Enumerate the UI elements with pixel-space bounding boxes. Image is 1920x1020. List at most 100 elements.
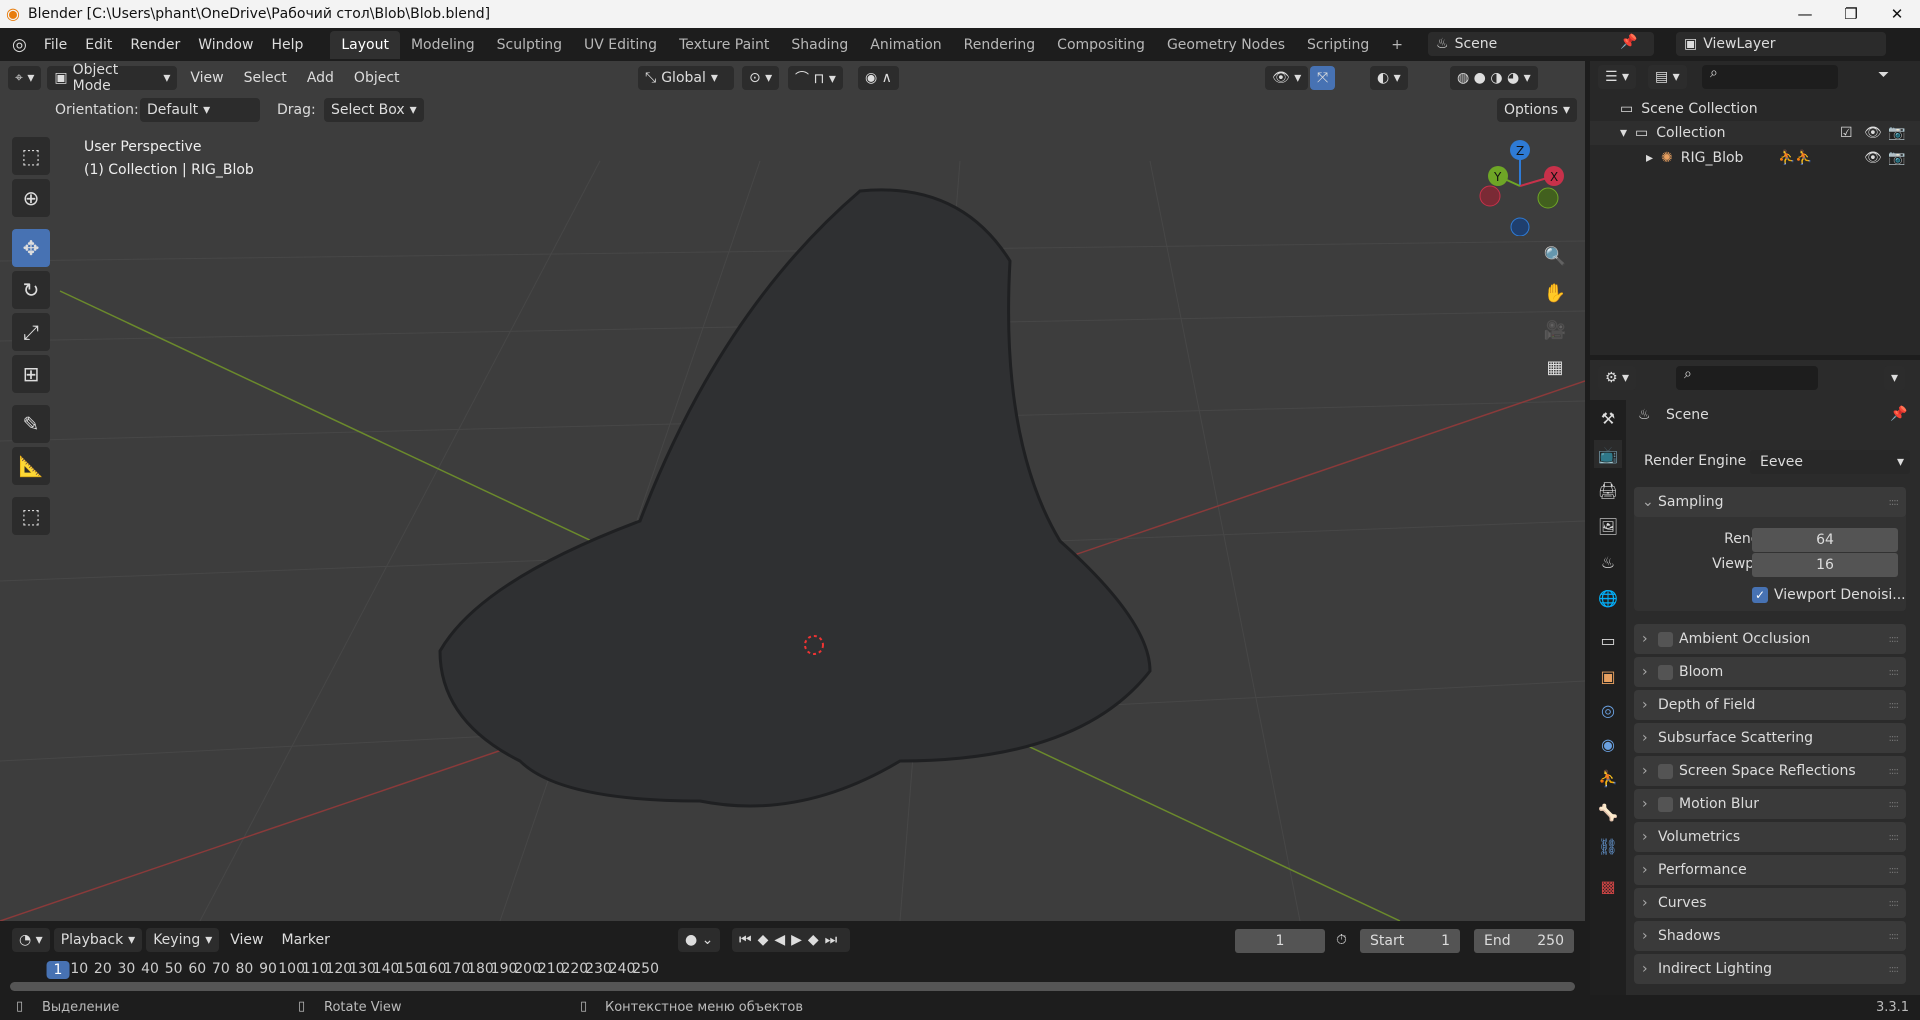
auto-keying-toggle[interactable]: ● ⌄ (678, 928, 721, 952)
panel-indirect-lighting[interactable]: › Indirect Lighting:::: (1634, 954, 1906, 984)
keying-menu[interactable]: Keying ▾ (146, 928, 220, 952)
timeline-scrollbar[interactable] (10, 982, 1575, 991)
menu-help[interactable]: Help (262, 37, 312, 53)
exclude-checkbox[interactable]: ☑ (1840, 125, 1853, 141)
render-camera-icon[interactable]: 📷 (1888, 150, 1905, 166)
properties-options-button[interactable]: ▾ (1884, 366, 1906, 390)
outliner-item-scene-collection[interactable]: ▭ Scene Collection (1590, 97, 1920, 121)
close-button[interactable]: ✕ (1874, 0, 1920, 28)
drag-grip-icon[interactable]: :::: (1889, 700, 1900, 711)
drag-grip-icon[interactable]: :::: (1889, 667, 1900, 678)
object-data-tab-icon[interactable]: ⛹ (1594, 764, 1622, 792)
panel-enable-checkbox[interactable] (1658, 796, 1673, 812)
editor-type-button[interactable]: ⌖ ▾ (8, 66, 42, 90)
menu-object[interactable]: Object (347, 70, 407, 86)
texture-tab-icon[interactable]: ▩ (1594, 872, 1622, 900)
perspective-grid-icon[interactable]: ▦ (1540, 352, 1570, 382)
output-tab-icon[interactable]: 🖨 (1594, 476, 1622, 504)
menu-edit[interactable]: Edit (76, 37, 121, 53)
pin-icon[interactable]: 📌 (1890, 406, 1907, 422)
pan-hand-icon[interactable]: ✋ (1540, 278, 1570, 308)
mode-selector[interactable]: ▣ Object Mode ▾ (47, 62, 178, 94)
minimize-button[interactable]: — (1782, 0, 1828, 28)
camera-view-icon[interactable]: 🎥 (1540, 315, 1570, 345)
orientation-selector[interactable]: Default ▾ (140, 98, 260, 122)
rotate-tool[interactable]: ↻ (12, 271, 50, 309)
render-camera-icon[interactable]: 📷 (1888, 125, 1905, 141)
visibility-eye-icon[interactable]: 👁 (1864, 150, 1882, 166)
properties-search-input[interactable]: ⌕ (1676, 366, 1818, 390)
current-frame-field[interactable]: 1 (1235, 929, 1325, 953)
snap-toggle[interactable]: ⌒ ⊓ ▾ (788, 66, 843, 90)
tab-rendering[interactable]: Rendering (953, 31, 1047, 59)
render-samples-field[interactable]: 64 (1752, 528, 1898, 552)
physics-tab-icon[interactable]: ◉ (1594, 730, 1622, 758)
menu-view[interactable]: View (183, 70, 230, 86)
outliner-editor-type[interactable]: ☰ ▾ (1598, 65, 1637, 89)
transform-tool[interactable]: ⊞ (12, 355, 50, 393)
outliner-item-collection[interactable]: ▾ ▭ Collection ☑ 👁 📷 (1590, 121, 1920, 145)
drag-grip-icon[interactable]: :::: (1889, 898, 1900, 909)
options-button[interactable]: Options ▾ (1497, 98, 1578, 122)
annotate-tool[interactable]: ✎ (12, 405, 50, 443)
viewport-denoise-checkbox[interactable]: ✓ (1752, 587, 1768, 603)
outliner-search-input[interactable]: ⌕ (1702, 65, 1838, 89)
drag-grip-icon[interactable]: :::: (1889, 733, 1900, 744)
tab-shading[interactable]: Shading (780, 31, 859, 59)
pin-icon[interactable]: 📌 (1620, 34, 1637, 50)
drag-grip-icon[interactable]: :::: (1889, 964, 1900, 975)
playback-controls[interactable]: ⏮◆◀▶◆⏭ (732, 928, 851, 952)
drag-grip-icon[interactable]: :::: (1889, 799, 1900, 810)
object-tab-icon[interactable]: ▣ (1594, 662, 1622, 690)
tab-geometry-nodes[interactable]: Geometry Nodes (1156, 31, 1296, 59)
stopwatch-icon[interactable]: ⏱ (1336, 932, 1347, 948)
panel-enable-checkbox[interactable] (1658, 631, 1673, 647)
constraints-tab-icon[interactable]: ⛓ (1594, 832, 1622, 860)
timeline-editor-type[interactable]: ◔ ▾ (12, 928, 50, 952)
world-tab-icon[interactable]: 🌐 (1594, 584, 1622, 612)
outliner-item-rig-blob[interactable]: ▸ ✺ RIG_Blob ⛹⛹ 👁 📷 (1590, 146, 1920, 170)
drag-grip-icon[interactable]: :::: (1889, 634, 1900, 645)
panel-volumetrics[interactable]: › Volumetrics:::: (1634, 822, 1906, 852)
blob-model[interactable] (438, 188, 1152, 808)
panel-bloom[interactable]: › Bloom:::: (1634, 657, 1906, 687)
pivot-selector[interactable]: ⊙ ▾ (742, 66, 780, 90)
scene-tab-icon[interactable]: ♨ (1594, 548, 1622, 576)
drag-grip-icon[interactable]: :::: (1889, 865, 1900, 876)
filter-icon[interactable]: ⏷ (1878, 67, 1889, 83)
display-mode-selector[interactable]: ▤ ▾ (1648, 65, 1687, 89)
menu-file[interactable]: File (35, 37, 76, 53)
view-layer-tab-icon[interactable]: 🖼 (1594, 512, 1622, 540)
zoom-icon[interactable]: 🔍 (1540, 241, 1570, 271)
panel-enable-checkbox[interactable] (1658, 763, 1673, 779)
menu-select[interactable]: Select (237, 70, 294, 86)
tab-texture-paint[interactable]: Texture Paint (668, 31, 780, 59)
start-frame-field[interactable]: Start 1 (1360, 929, 1460, 953)
add-workspace-button[interactable]: + (1380, 31, 1414, 59)
3d-viewport[interactable]: ⌖ ▾ ▣ Object Mode ▾ View Select Add Objec… (0, 61, 1585, 921)
transform-orientation-selector[interactable]: ⤡ Global ▾ (638, 66, 734, 90)
panel-ambient-occlusion[interactable]: › Ambient Occlusion:::: (1634, 624, 1906, 654)
menu-render[interactable]: Render (121, 37, 189, 53)
end-frame-field[interactable]: End 250 (1474, 929, 1574, 953)
modifiers-tab-icon[interactable]: ◎ (1594, 696, 1622, 724)
menu-window[interactable]: Window (189, 37, 262, 53)
scale-tool[interactable]: ⤢ (12, 313, 50, 351)
tab-compositing[interactable]: Compositing (1046, 31, 1156, 59)
bone-tab-icon[interactable]: 🦴 (1594, 798, 1622, 826)
navigation-gizmo[interactable]: Z X Y (1470, 136, 1570, 236)
move-tool[interactable]: ✥ (12, 229, 50, 267)
tab-scripting[interactable]: Scripting (1296, 31, 1380, 59)
tab-uv-editing[interactable]: UV Editing (573, 31, 668, 59)
collection-tab-icon[interactable]: ▭ (1594, 626, 1622, 654)
view-layer-selector[interactable]: ▣ ViewLayer (1676, 32, 1886, 56)
panel-performance[interactable]: › Performance:::: (1634, 855, 1906, 885)
drag-selector[interactable]: Select Box ▾ (324, 98, 424, 122)
menu-add[interactable]: Add (300, 70, 341, 86)
add-cube-tool[interactable]: ⬚ (12, 497, 50, 535)
render-engine-selector[interactable]: Eevee ▾ (1750, 450, 1910, 474)
timeline-view-menu[interactable]: View (223, 932, 270, 948)
visibility-selector[interactable]: 👁 ▾ (1265, 66, 1309, 90)
proportional-edit-toggle[interactable]: ◉ ∧ (858, 66, 899, 90)
properties-editor-type[interactable]: ⚙ ▾ (1598, 366, 1637, 390)
